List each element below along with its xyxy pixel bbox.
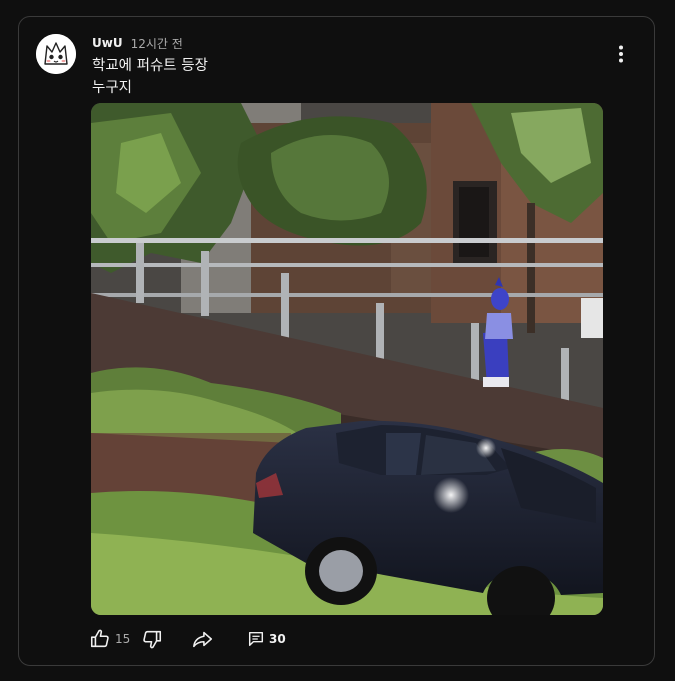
thumb-up-icon	[90, 629, 109, 648]
post-text-line: 학교에 퍼슈트 등장	[92, 58, 208, 74]
like-count: 15	[115, 632, 131, 646]
share-icon	[193, 631, 213, 648]
comment-count: 30	[269, 632, 286, 646]
avatar[interactable]	[36, 34, 76, 74]
post-text-line: 누구지	[92, 80, 133, 96]
dislike-button[interactable]	[141, 626, 163, 652]
comment-button[interactable]: 30	[247, 626, 286, 652]
comment-icon	[248, 631, 264, 647]
more-vertical-icon	[619, 45, 623, 63]
photo-scene	[91, 103, 603, 615]
like-button[interactable]: 15	[89, 626, 130, 652]
post-header: UwU 12시간 전	[92, 35, 183, 51]
post-timestamp[interactable]: 12시간 전	[131, 35, 183, 52]
author-name[interactable]: UwU	[92, 36, 123, 50]
action-bar: 15 30	[89, 626, 329, 652]
more-options-button[interactable]	[606, 39, 636, 69]
thumb-down-icon	[143, 630, 162, 649]
community-post-card: UwU 12시간 전 학교에 퍼슈트 등장 누구지 15 30	[18, 16, 655, 666]
post-image[interactable]	[91, 103, 603, 615]
avatar-drawing	[36, 34, 76, 74]
share-button[interactable]	[191, 626, 215, 652]
post-text: 학교에 퍼슈트 등장 누구지	[92, 55, 208, 99]
